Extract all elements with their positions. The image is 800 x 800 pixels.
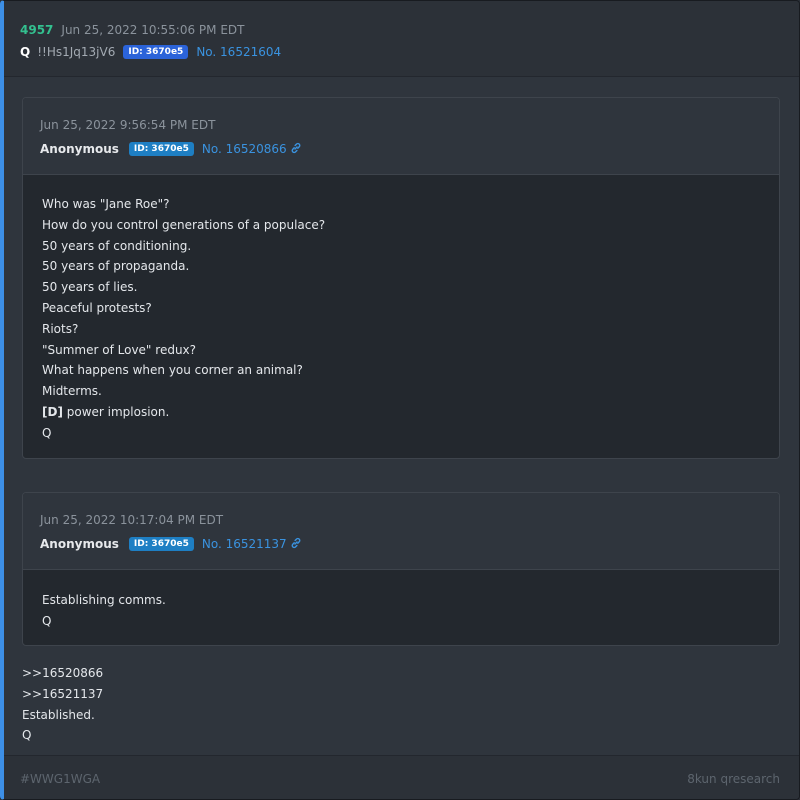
signature: Q — [42, 613, 52, 628]
quoted-author: Anonymous — [40, 537, 119, 551]
reply-link[interactable]: >>16521137 — [22, 684, 103, 705]
hashtag: #WWG1WGA — [20, 772, 101, 786]
message-line: 50 years of propaganda. — [42, 259, 190, 274]
post-body: >>16520866 >>16521137 Established. Q — [22, 663, 103, 746]
signature: Q — [42, 425, 52, 440]
quoted-post-date: Jun 25, 2022 9:56:54 PM EDT — [40, 118, 216, 132]
quoted-post-2: Jun 25, 2022 10:17:04 PM EDT Anonymous I… — [22, 492, 780, 646]
quoted-post-header: Jun 25, 2022 10:17:04 PM EDT Anonymous I… — [23, 493, 779, 570]
author-name: Q — [20, 45, 31, 59]
quoted-post-link[interactable]: No. 16520866 — [202, 142, 287, 156]
quoted-post-date: Jun 25, 2022 10:17:04 PM EDT — [40, 513, 224, 527]
message-line: Riots? — [42, 321, 79, 336]
id-badge: ID: 3670e5 — [123, 45, 189, 59]
bold-tag: [D] — [42, 404, 63, 419]
post-number: 4957 — [20, 23, 54, 37]
message-line: Who was "Jane Roe"? — [42, 197, 170, 211]
quoted-post-body: Establishing comms. Q — [23, 570, 779, 632]
quoted-post-header: Jun 25, 2022 9:56:54 PM EDT Anonymous ID… — [23, 98, 779, 175]
post-card: 4957 Jun 25, 2022 10:55:06 PM EDT Q !!Hs… — [0, 0, 800, 800]
message-line: Established. — [22, 707, 95, 722]
post-number-link[interactable]: No. 16521604 — [196, 45, 281, 59]
message-line: How do you control generations of a popu… — [42, 217, 326, 232]
post-header: 4957 Jun 25, 2022 10:55:06 PM EDT Q !!Hs… — [4, 1, 799, 77]
quoted-post-body: Who was "Jane Roe"? How do you control g… — [23, 175, 779, 444]
quoted-post-link[interactable]: No. 16521137 — [202, 537, 287, 551]
message-line: Peaceful protests? — [42, 300, 152, 315]
source-label: 8kun qresearch — [687, 772, 780, 786]
quoted-post-1: Jun 25, 2022 9:56:54 PM EDT Anonymous ID… — [22, 97, 780, 459]
post-footer: #WWG1WGA 8kun qresearch — [4, 755, 799, 799]
quoted-author: Anonymous — [40, 142, 119, 156]
id-badge: ID: 3670e5 — [128, 142, 194, 156]
chain-link-icon[interactable] — [290, 537, 302, 552]
chain-link-icon[interactable] — [290, 142, 302, 157]
id-badge: ID: 3670e5 — [128, 537, 194, 551]
tripcode: !!Hs1Jq13jV6 — [37, 45, 116, 59]
message-line: Establishing comms. — [42, 593, 166, 607]
message-line: "Summer of Love" redux? — [42, 342, 197, 357]
message-text: power implosion. — [62, 404, 170, 419]
message-line: [D] power implosion. — [42, 402, 779, 423]
post-date: Jun 25, 2022 10:55:06 PM EDT — [61, 23, 245, 37]
message-line: 50 years of lies. — [42, 280, 138, 295]
message-line: 50 years of conditioning. — [42, 238, 192, 253]
message-line: Midterms. — [42, 384, 102, 399]
signature: Q — [22, 728, 32, 743]
reply-link[interactable]: >>16520866 — [22, 663, 103, 684]
message-line: What happens when you corner an animal? — [42, 363, 303, 378]
